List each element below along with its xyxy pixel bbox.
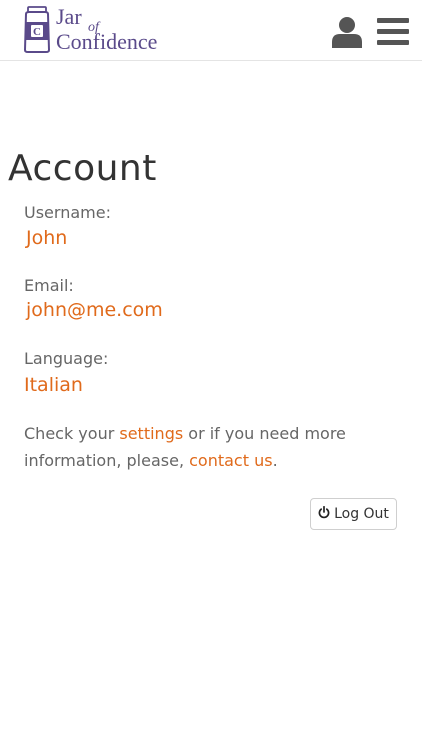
language-label: Language: [24, 349, 109, 368]
account-info-text: Check your settings or if you need more … [24, 420, 364, 474]
email-label: Email: [24, 276, 74, 295]
power-icon [318, 505, 330, 523]
page-title: Account [8, 148, 157, 189]
username-label: Username: [24, 203, 111, 222]
email-value: john@me.com [26, 299, 163, 321]
username-value: John [26, 227, 68, 249]
jar-of-confidence-logo[interactable]: C Jar of Confidence [22, 6, 182, 56]
contact-us-link[interactable]: contact us [189, 451, 272, 470]
top-navigation-bar: C Jar of Confidence [0, 0, 422, 61]
info-text-part3: . [272, 451, 278, 470]
logout-button[interactable]: Log Out [310, 498, 397, 530]
settings-link[interactable]: settings [119, 424, 183, 443]
language-value: Italian [24, 374, 83, 396]
menu-bar-middle [377, 29, 409, 34]
logo-text-jar: Jar [56, 4, 82, 29]
user-icon[interactable] [332, 16, 362, 48]
menu-bar-bottom [377, 40, 409, 45]
hamburger-menu-icon[interactable] [377, 18, 409, 46]
menu-bar-top [377, 18, 409, 23]
jar-logo-icon: C [23, 6, 51, 53]
info-text-part1: Check your [24, 424, 120, 443]
logo-badge-letter: C [33, 26, 41, 38]
logo-text-confidence: Confidence [56, 29, 158, 54]
logout-label: Log Out [334, 506, 389, 522]
